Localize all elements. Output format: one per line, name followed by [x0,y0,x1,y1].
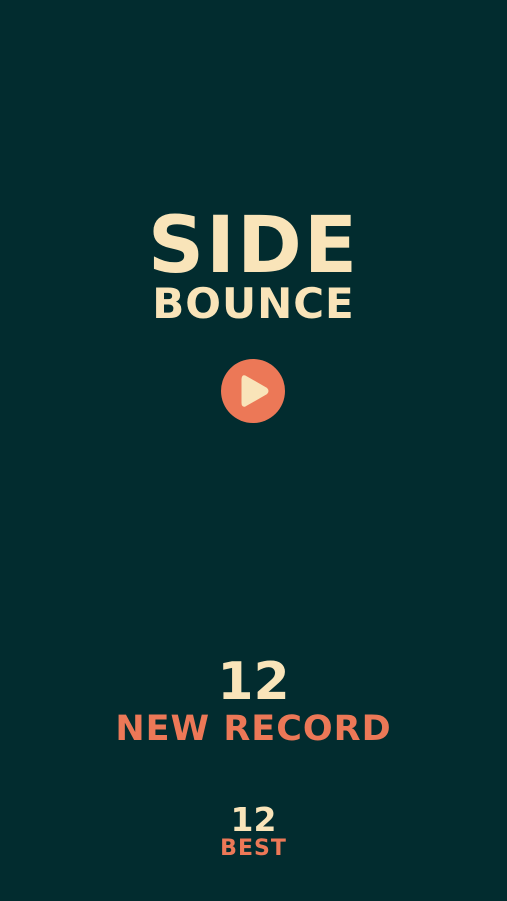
new-record-label: NEW RECORD [115,709,392,749]
best-label: BEST [220,836,287,861]
play-icon [241,375,269,407]
play-button[interactable] [221,359,285,423]
game-title-side: SIDE [147,201,360,291]
current-score: 12 [217,652,290,712]
game-title-bounce: BOUNCE [152,279,355,328]
game-screen: SIDE BOUNCE 12 NEW RECORD 12 BEST [0,0,507,901]
best-score: 12 [230,800,277,839]
